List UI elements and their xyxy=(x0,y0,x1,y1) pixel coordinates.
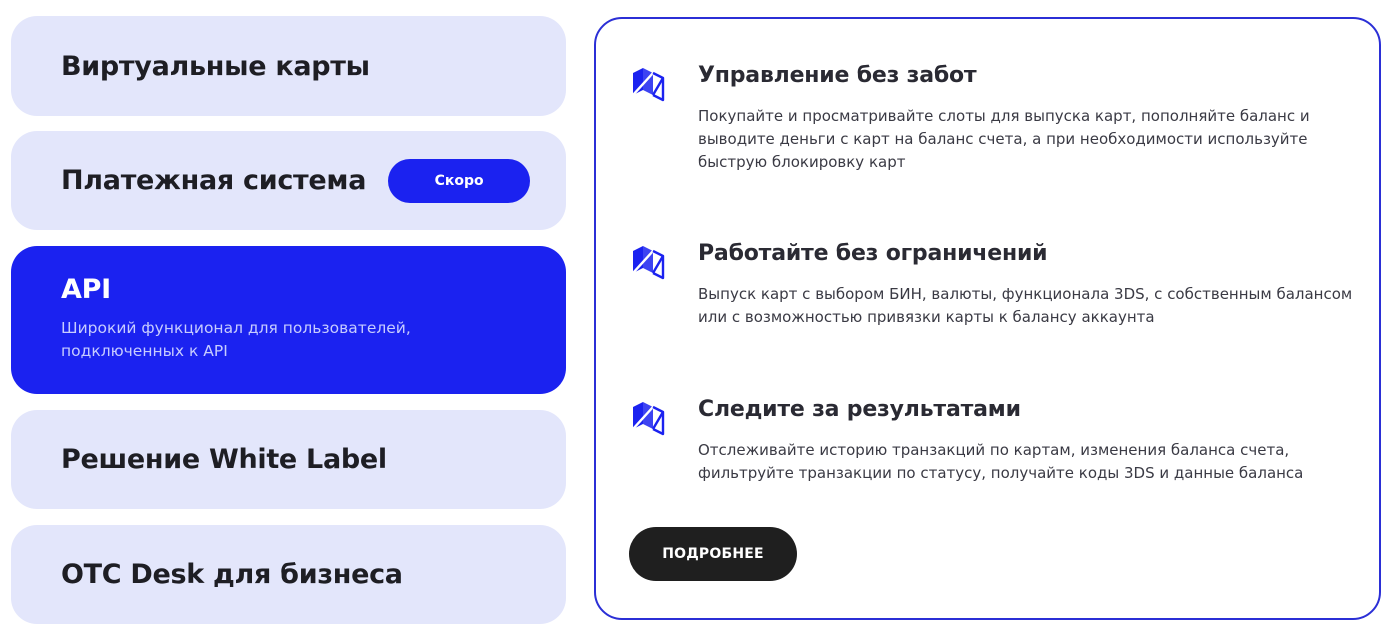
menu-item-description: Широкий функционал для пользователей, по… xyxy=(61,319,411,360)
soon-badge: Скоро xyxy=(388,158,531,203)
feature-text: Отслеживайте историю транзакций по карта… xyxy=(698,441,1304,482)
folded-square-icon xyxy=(632,402,665,436)
menu-item-title: Платежная система xyxy=(61,165,367,196)
menu-item-api[interactable]: API Широкий функционал для пользователей… xyxy=(11,246,566,394)
feature-title: Управление без забот xyxy=(698,63,977,88)
menu-item-title: Виртуальные карты xyxy=(61,50,370,82)
feature-title: Работайте без ограничений xyxy=(698,241,1048,266)
menu-item-title: Решение White Label xyxy=(61,444,387,475)
menu-item-white-label[interactable]: Решение White Label xyxy=(11,410,566,509)
feature-text: Выпуск карт с выбором БИН, валюты, функц… xyxy=(698,285,1353,326)
menu-item-payment-system[interactable]: Платежная система Скоро xyxy=(11,131,566,230)
menu-item-title: OTC Desk для бизнеса xyxy=(61,559,403,590)
folded-square-icon xyxy=(632,246,665,280)
folded-square-icon xyxy=(632,68,665,102)
api-details-panel: Управление без забот Покупайте и просмат… xyxy=(594,17,1381,620)
menu-item-otc-desk[interactable]: OTC Desk для бизнеса xyxy=(11,525,566,624)
more-details-button[interactable]: ПОДРОБНЕЕ xyxy=(629,527,797,581)
feature-title: Следите за результатами xyxy=(698,397,1021,422)
menu-item-virtual-cards[interactable]: Виртуальные карты xyxy=(11,16,566,116)
feature-text: Покупайте и просматривайте слоты для вып… xyxy=(698,107,1310,171)
menu-item-title: API xyxy=(61,274,111,305)
